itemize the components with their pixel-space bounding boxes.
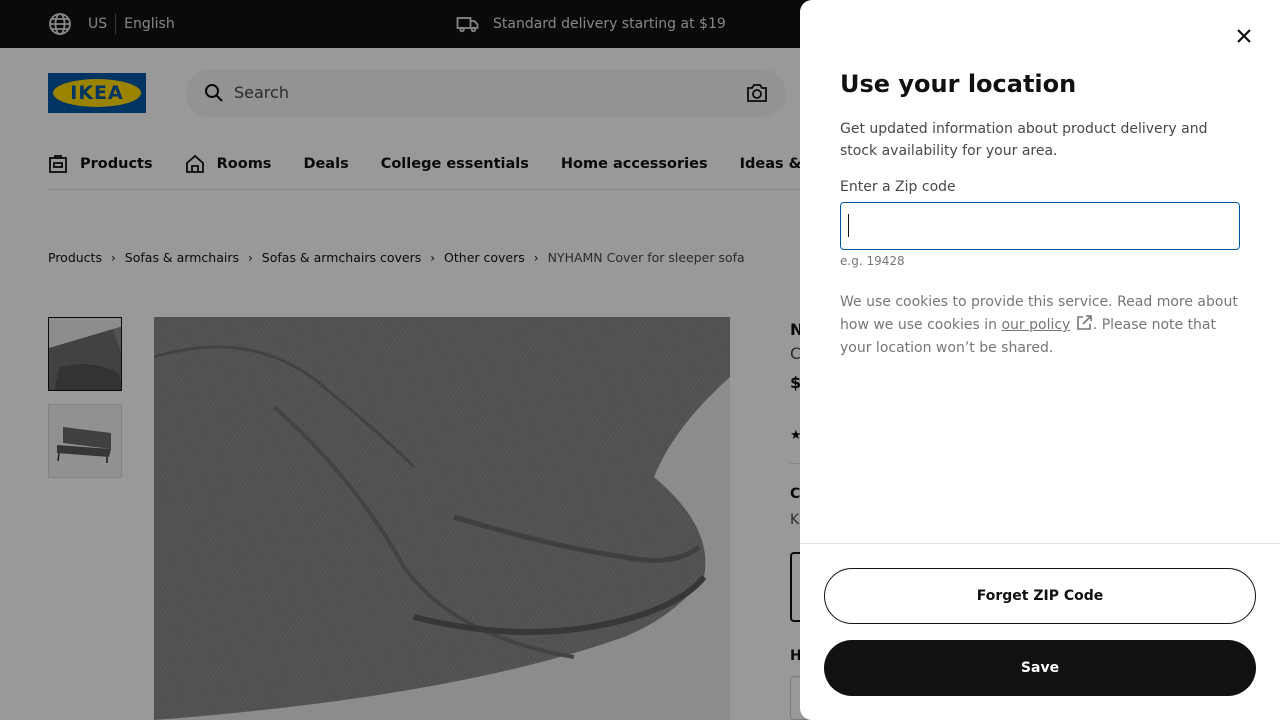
zip-code-input[interactable]	[840, 202, 1240, 250]
text-cursor	[848, 214, 849, 237]
external-link-icon[interactable]	[1075, 314, 1093, 332]
location-modal: Use your location Get updated informatio…	[800, 0, 1280, 720]
forget-zip-button[interactable]: Forget ZIP Code	[824, 568, 1256, 624]
save-button[interactable]: Save	[824, 640, 1256, 696]
close-button[interactable]	[1224, 16, 1264, 56]
modal-description: Get updated information about product de…	[840, 121, 1208, 159]
cookie-notice: We use cookies to provide this service. …	[840, 291, 1240, 360]
modal-title: Use your location	[840, 70, 1077, 98]
zip-label: Enter a Zip code	[840, 179, 956, 195]
footer-divider	[800, 543, 1280, 544]
close-icon	[1237, 29, 1251, 43]
policy-link[interactable]: our policy	[1001, 317, 1070, 333]
zip-hint: e.g. 19428	[840, 254, 905, 268]
